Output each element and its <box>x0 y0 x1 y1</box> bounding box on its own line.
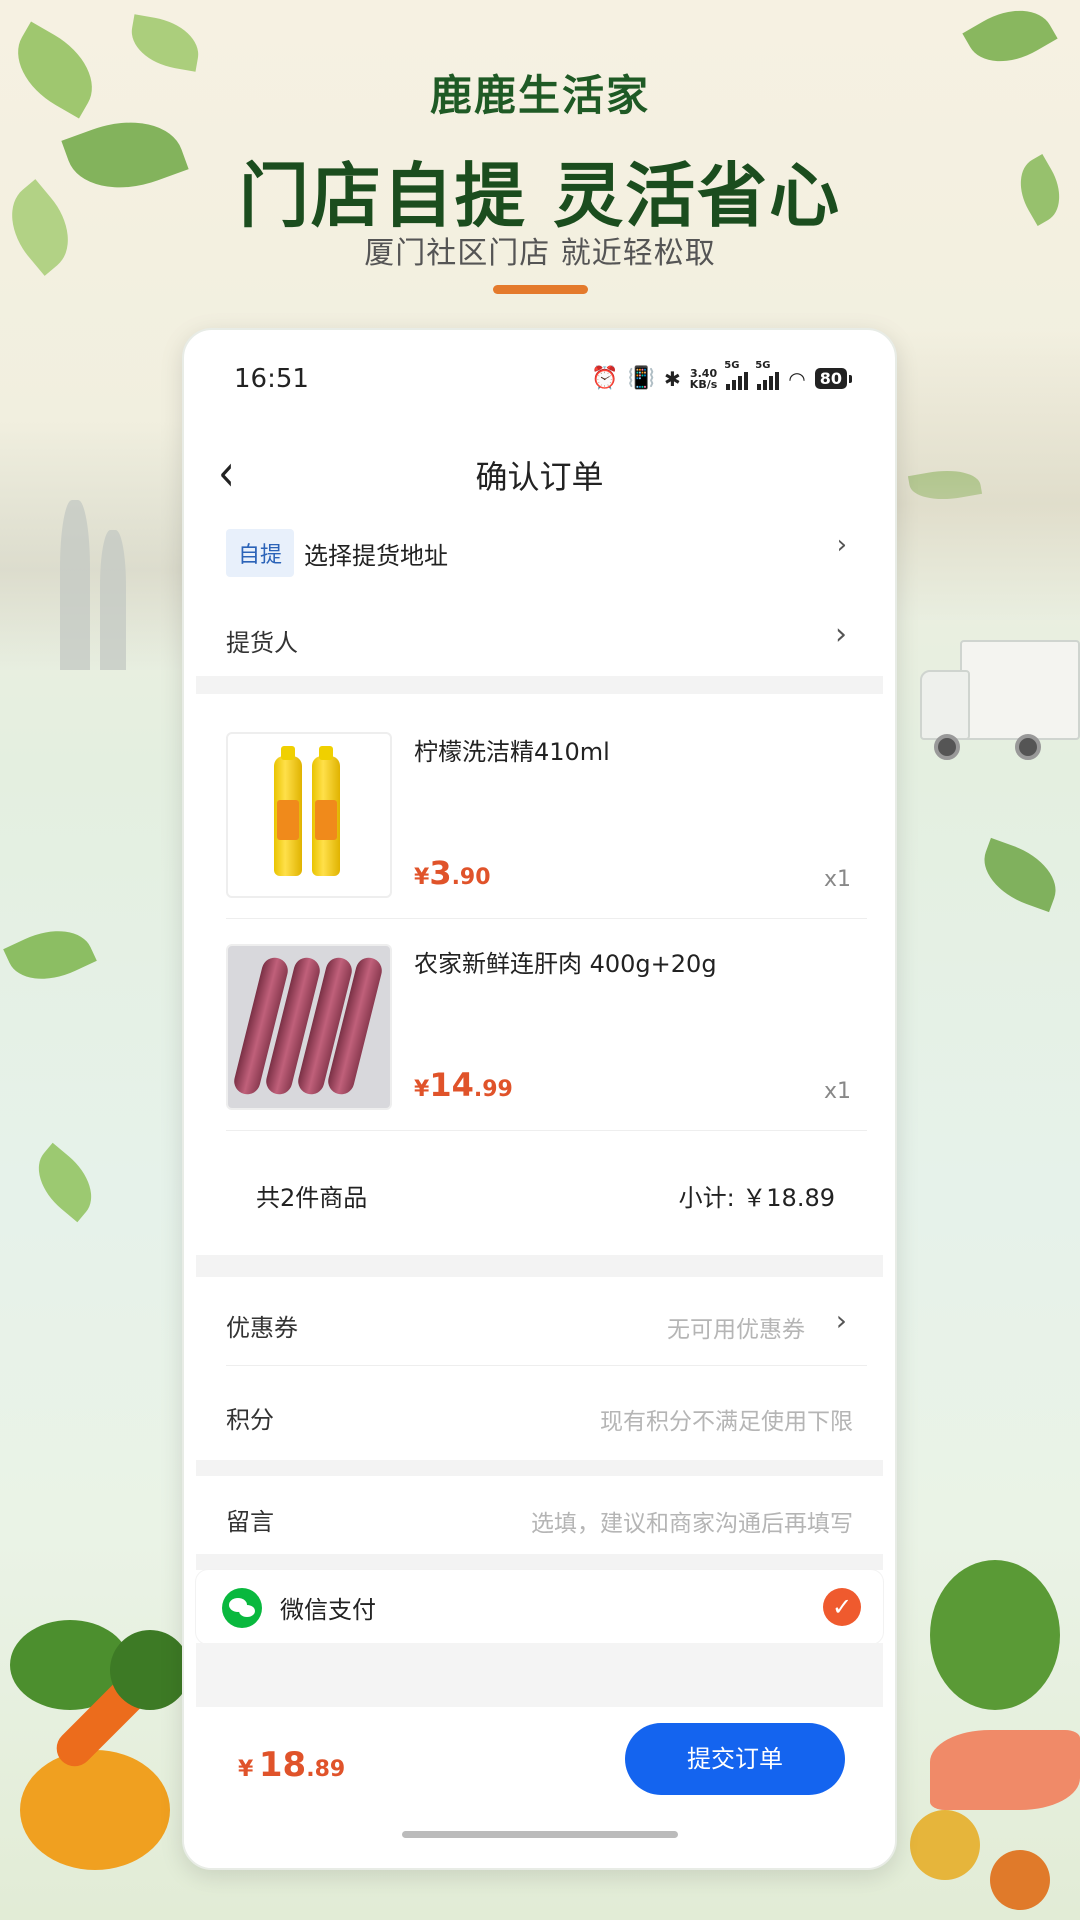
section-divider <box>196 1554 883 1570</box>
battery-icon: 80 <box>814 368 853 389</box>
pickup-tag: 自提 <box>226 529 295 577</box>
page-title: 确认订单 <box>475 458 604 496</box>
status-icons: ⏰ 📳 ✱ 3.40 KB/s 5G 5G ◠ 80 <box>591 360 853 391</box>
status-time: 16:51 <box>234 364 309 394</box>
section-divider <box>196 1460 883 1476</box>
alarm-icon: ⏰ <box>591 366 619 391</box>
subtotal: 小计: ￥18.89 <box>678 1184 835 1212</box>
points-value: 现有积分不满足使用下限 <box>600 1409 853 1435</box>
wifi-icon: ◠ <box>788 366 806 391</box>
section-divider <box>196 1255 883 1277</box>
coupon-label: 优惠券 <box>226 1313 298 1342</box>
section-divider <box>196 676 883 694</box>
accent-bar <box>493 285 588 294</box>
brand-name: 鹿鹿生活家 <box>429 71 650 120</box>
total-price: ¥ 18.89 <box>238 1745 346 1785</box>
product-name: 农家新鲜连肝肉 400g+20g <box>414 950 717 978</box>
points-label: 积分 <box>226 1405 274 1434</box>
coupon-value: 无可用优惠券 <box>667 1317 805 1343</box>
pickup-address-row[interactable]: 自提 选择提货地址 › <box>184 528 895 578</box>
pickup-address-label: 选择提货地址 <box>304 541 449 570</box>
message-label: 留言 <box>226 1507 274 1536</box>
chevron-right-icon: › <box>836 530 847 560</box>
product-image-dish-soap <box>226 732 392 898</box>
product-price: ¥14.99 <box>414 1066 513 1104</box>
chevron-right-icon: › <box>835 1304 847 1337</box>
product-quantity: x1 <box>823 1079 851 1104</box>
picker-row[interactable]: 提货人 › <box>184 615 895 665</box>
divider <box>226 918 867 919</box>
nav-bar: ‹ 确认订单 <box>184 442 895 502</box>
points-row: 积分 现有积分不满足使用下限 <box>184 1392 895 1442</box>
product-price: ¥3.90 <box>414 854 491 892</box>
picker-label: 提货人 <box>226 628 298 657</box>
signal-icon-2: 5G <box>755 360 780 390</box>
message-row[interactable]: 留言 选填，建议和商家沟通后再填写 <box>184 1494 895 1544</box>
spacer-area <box>196 1643 883 1707</box>
wechat-pay-icon <box>222 1588 262 1628</box>
signal-icon: 5G <box>724 360 749 390</box>
status-bar: 16:51 ⏰ 📳 ✱ 3.40 KB/s 5G 5G ◠ 80 <box>184 360 895 400</box>
chevron-right-icon: › <box>835 617 847 652</box>
product-item[interactable]: 农家新鲜连肝肉 400g+20g ¥14.99 x1 <box>226 944 851 1144</box>
subheadline: 厦门社区门店 就近轻松取 <box>364 236 716 271</box>
home-indicator[interactable] <box>402 1831 678 1838</box>
product-quantity: x1 <box>823 867 851 892</box>
checkmark-icon[interactable]: ✓ <box>823 1588 861 1626</box>
product-image-pork <box>226 944 392 1110</box>
checkout-bar: ¥ 18.89 提交订单 <box>184 1707 895 1868</box>
payment-wechat-option[interactable]: 微信支付 ✓ <box>196 1570 883 1644</box>
headline: 门店自提 灵活省心 <box>238 155 842 237</box>
divider <box>226 1130 867 1131</box>
product-name: 柠檬洗洁精410ml <box>414 738 610 766</box>
product-item[interactable]: 柠檬洗洁精410ml ¥3.90 x1 <box>226 732 851 932</box>
coupon-row[interactable]: 优惠券 无可用优惠券 › <box>184 1300 895 1350</box>
bluetooth-icon: ✱ <box>664 366 681 391</box>
divider <box>226 1365 867 1366</box>
phone-screen: 16:51 ⏰ 📳 ✱ 3.40 KB/s 5G 5G ◠ 80 ‹ 确认订单 <box>182 328 897 1870</box>
item-count: 共2件商品 <box>256 1184 368 1212</box>
submit-order-button[interactable]: 提交订单 <box>625 1723 845 1795</box>
vibrate-icon: 📳 <box>627 366 656 391</box>
message-input[interactable]: 选填，建议和商家沟通后再填写 <box>531 1504 853 1538</box>
network-speed: 3.40 KB/s <box>689 366 718 391</box>
payment-label: 微信支付 <box>280 1596 376 1624</box>
